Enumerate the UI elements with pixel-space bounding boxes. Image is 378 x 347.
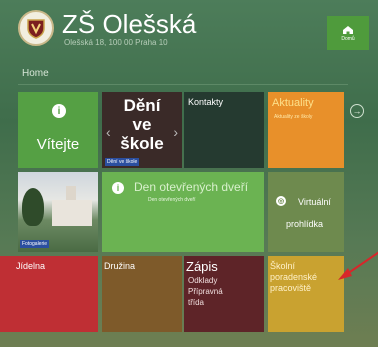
tree-shape [22,188,44,226]
tile-deni-line3: škole [120,134,164,153]
tile-zapis-lines: Odklady Přípravná třída [188,275,223,308]
site-title[interactable]: ZŠ Olešská [62,10,196,38]
tile-jidelna-label: Jídelna [16,261,46,271]
school-logo[interactable] [18,10,54,46]
tile-jidelna[interactable]: Jídelna [0,256,98,332]
tile-skolni-label: Školní poradenské pracoviště [270,261,317,294]
tile-aktuality[interactable]: Aktuality Aktuality ze školy [268,92,344,168]
building-shape [52,200,92,226]
tile-vitejte[interactable]: i Vítejte [18,92,98,168]
info-icon: i [52,104,66,118]
tile-virtual-line2: prohlídka [286,219,324,229]
breadcrumb[interactable]: Home [22,68,49,79]
tile-zapis-line1: Odklady [188,276,218,285]
tile-skolni-line2: poradenské [270,272,318,282]
info-icon: i [112,182,124,194]
tile-zapis-line2: Přípravná [188,287,223,296]
tile-den-otevrenych-dveri[interactable]: i Den otevřených dveří Den otevřených dv… [102,172,264,252]
tile-druzina[interactable]: Družina [102,256,182,332]
shield-icon [27,19,45,39]
tile-deni-ve-skole[interactable]: Dění ve škole ‹ › Dění ve škole [102,92,182,168]
tile-virtual-line1: Virtuální [298,197,331,207]
tile-druzina-label: Družina [104,261,136,271]
home-button[interactable]: Domů [327,16,369,50]
tile-deni-caption: Dění ve škole [105,158,140,166]
arrow-right-icon[interactable]: → [350,104,364,118]
tile-skolni-line3: pracoviště [270,283,312,293]
tile-vitejte-label: Vítejte [36,136,80,153]
tile-aktuality-sub: Aktuality ze školy [274,114,313,120]
tile-deni-line2: ve [132,115,152,134]
tile-zapis-line3: třída [188,298,205,307]
home-button-label: Domů [341,35,355,42]
tile-den-label: Den otevřených dveří [134,180,249,194]
tile-deni-label: Dění ve škole [102,96,182,153]
tour-icon: ◎ [276,196,286,206]
tile-zapis[interactable]: Zápis Odklady Přípravná třída [184,256,264,332]
tile-kontakty-label: Kontakty [188,97,224,107]
tile-photo-caption: Fotogalerie [20,240,50,248]
tile-school-photo[interactable]: Fotogalerie [18,172,98,252]
site-subtitle: Olešská 18, 100 00 Praha 10 [64,38,168,47]
tile-zapis-label: Zápis [186,259,218,274]
tile-skolni-line1: Školní [270,261,296,271]
tile-virtualni-prohlidka[interactable]: ◎ Virtuální prohlídka [268,172,344,252]
tile-den-sub: Den otevřených dveří [148,197,196,203]
tile-aktuality-label: Aktuality [272,97,314,109]
chevron-left-icon[interactable]: ‹ [106,124,111,140]
tile-deni-line1: Dění [123,96,161,115]
tile-kontakty[interactable]: Kontakty [184,92,264,168]
annotation-arrow-icon [338,251,378,280]
home-icon [343,25,353,34]
breadcrumb-divider [18,84,348,85]
chevron-right-icon[interactable]: › [173,124,178,140]
